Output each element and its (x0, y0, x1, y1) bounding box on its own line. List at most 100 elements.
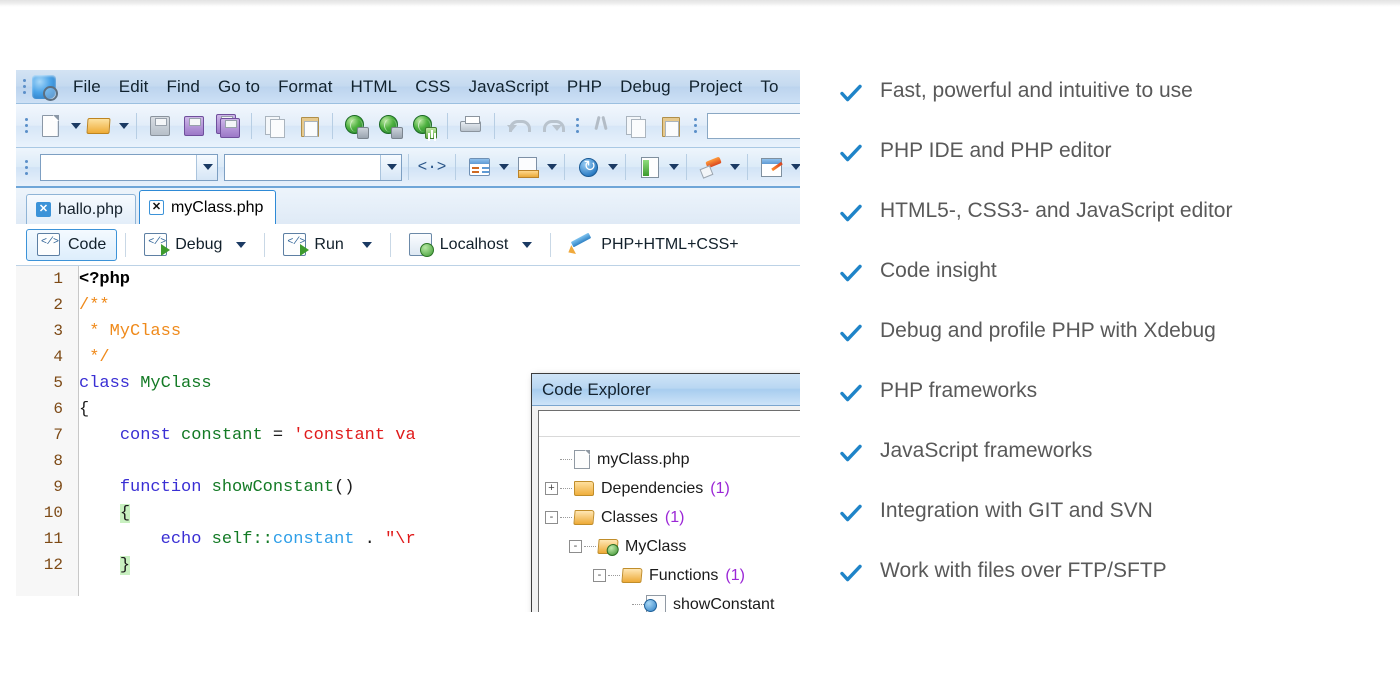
tree-item[interactable]: - MyClass (539, 532, 800, 561)
code-line[interactable]: 2 /** (16, 292, 800, 318)
printer-icon[interactable] (454, 109, 488, 143)
server-selector-button[interactable]: Localhost (399, 229, 543, 261)
feature-item: PHP frameworks (840, 378, 1385, 438)
toolbar-separator (332, 112, 333, 139)
copy-document-icon[interactable] (258, 109, 292, 143)
new-document-dropdown-icon[interactable] (68, 109, 82, 143)
expand-icon[interactable]: + (545, 482, 558, 495)
line-number: 11 (43, 530, 63, 548)
chevron-down-icon[interactable] (361, 241, 372, 248)
code-explorer-tree[interactable]: myClass.php + Dependencies (1) - Classes (1) - M… (539, 437, 800, 612)
menu-item-javascript[interactable]: JavaScript (459, 75, 557, 99)
tab-label: myClass.php (170, 198, 264, 216)
debug-button[interactable]: </> Debug (134, 229, 256, 261)
chevron-down-icon[interactable] (544, 150, 558, 184)
toolbar-gripper[interactable] (22, 115, 31, 137)
chevron-down-icon[interactable] (522, 241, 533, 248)
tree-item[interactable]: showConstant (539, 590, 800, 612)
open-folder-dropdown-icon[interactable] (116, 109, 130, 143)
form-ruler-icon[interactable] (510, 150, 544, 184)
copy-icon[interactable] (619, 109, 653, 143)
code-text: /** (79, 295, 110, 315)
refresh-circle-icon[interactable] (571, 150, 605, 184)
toolbar-gripper[interactable] (20, 76, 29, 98)
code-line[interactable]: 1 <?php (16, 266, 800, 292)
chevron-down-icon[interactable] (196, 154, 217, 180)
line-number: 9 (53, 478, 63, 496)
table-window-icon[interactable] (462, 150, 496, 184)
tab-myclass-php[interactable]: ✕ myClass.php (138, 190, 277, 224)
tree-item[interactable]: myClass.php (539, 445, 800, 474)
menu-item-php[interactable]: PHP (558, 75, 611, 99)
toolbar-gripper[interactable] (573, 115, 582, 137)
line-number: 8 (53, 452, 63, 470)
collapse-icon[interactable]: - (569, 540, 582, 553)
brush-icon[interactable] (693, 150, 727, 184)
menu-item-go-to[interactable]: Go to (209, 75, 269, 99)
scissors-icon[interactable] (585, 109, 619, 143)
code-line[interactable]: 4 */ (16, 344, 800, 370)
menu-item-debug[interactable]: Debug (611, 75, 680, 99)
chevron-down-icon[interactable] (236, 241, 247, 248)
collapse-icon[interactable]: - (593, 569, 606, 582)
tree-item[interactable]: - Functions (1) (539, 561, 800, 590)
check-icon (840, 202, 862, 224)
menu-item-file[interactable]: File (64, 75, 110, 99)
menu-item-to[interactable]: To (751, 75, 787, 99)
editor-action-bar: </> Code </> Debug </> Run Localhost PHP… (16, 224, 800, 266)
save-floppy-icon[interactable] (143, 109, 177, 143)
code-tag-icon[interactable]: <·> (415, 150, 449, 184)
menu-item-css[interactable]: CSS (406, 75, 459, 99)
feature-label: Code insight (880, 259, 997, 282)
paste-document-icon[interactable] (292, 109, 326, 143)
globe-save-icon[interactable] (373, 109, 407, 143)
tree-item-label: MyClass (625, 537, 687, 555)
menu-item-format[interactable]: Format (269, 75, 341, 99)
element-selector-combo[interactable] (40, 153, 218, 181)
chevron-down-icon[interactable] (496, 150, 510, 184)
save-all-floppy-icon[interactable] (211, 109, 245, 143)
attribute-selector-combo[interactable] (224, 153, 402, 181)
menu-item-project[interactable]: Project (680, 75, 752, 99)
menu-item-html[interactable]: HTML (342, 75, 407, 99)
page-top-gradient (0, 0, 1400, 7)
wizard-window-icon[interactable] (754, 150, 788, 184)
code-explorer-search-input[interactable] (539, 411, 800, 437)
chevron-down-icon[interactable] (666, 150, 680, 184)
search-input[interactable] (707, 112, 800, 139)
toolbar-gripper[interactable] (22, 156, 31, 178)
code-view-label: Code (68, 235, 107, 253)
globe-add-icon[interactable] (407, 109, 441, 143)
green-document-icon[interactable] (632, 150, 666, 184)
clipboard-icon[interactable] (653, 109, 687, 143)
menu-item-find[interactable]: Find (158, 75, 209, 99)
globe-icon[interactable] (339, 109, 373, 143)
chevron-down-icon[interactable] (788, 150, 800, 184)
tree-item[interactable]: + Dependencies (1) (539, 474, 800, 503)
open-folder-icon[interactable] (82, 109, 116, 143)
chevron-down-icon[interactable] (380, 154, 401, 180)
run-button[interactable]: </> Run (273, 229, 381, 261)
menu-item-edit[interactable]: Edit (110, 75, 158, 99)
collapse-icon[interactable]: - (545, 511, 558, 524)
feature-item: Work with files over FTP/SFTP (840, 558, 1385, 618)
undo-icon[interactable] (501, 109, 535, 143)
syntax-mode-button[interactable]: PHP+HTML+CSS+ (559, 229, 748, 261)
run-label: Run (314, 235, 344, 253)
tree-item[interactable]: - Classes (1) (539, 503, 800, 532)
tab-hallo-php[interactable]: ✕ hallo.php (26, 194, 136, 224)
chevron-down-icon[interactable] (605, 150, 619, 184)
code-text: class MyClass (79, 373, 212, 393)
save-as-floppy-icon[interactable] (177, 109, 211, 143)
close-tab-icon[interactable]: ✕ (36, 202, 51, 217)
redo-icon[interactable] (535, 109, 569, 143)
code-line[interactable]: 3 * MyClass (16, 318, 800, 344)
chevron-down-icon[interactable] (727, 150, 741, 184)
code-view-button[interactable]: </> Code (26, 228, 118, 261)
close-tab-icon[interactable]: ✕ (148, 200, 164, 215)
toolbar-row-1 (16, 104, 800, 148)
code-explorer-panel[interactable]: Code Explorer myClass.php + Dependencies (1… (531, 373, 800, 612)
new-document-icon[interactable] (34, 109, 68, 143)
toolbar-gripper[interactable] (691, 115, 700, 137)
feature-item: PHP IDE and PHP editor (840, 138, 1385, 198)
